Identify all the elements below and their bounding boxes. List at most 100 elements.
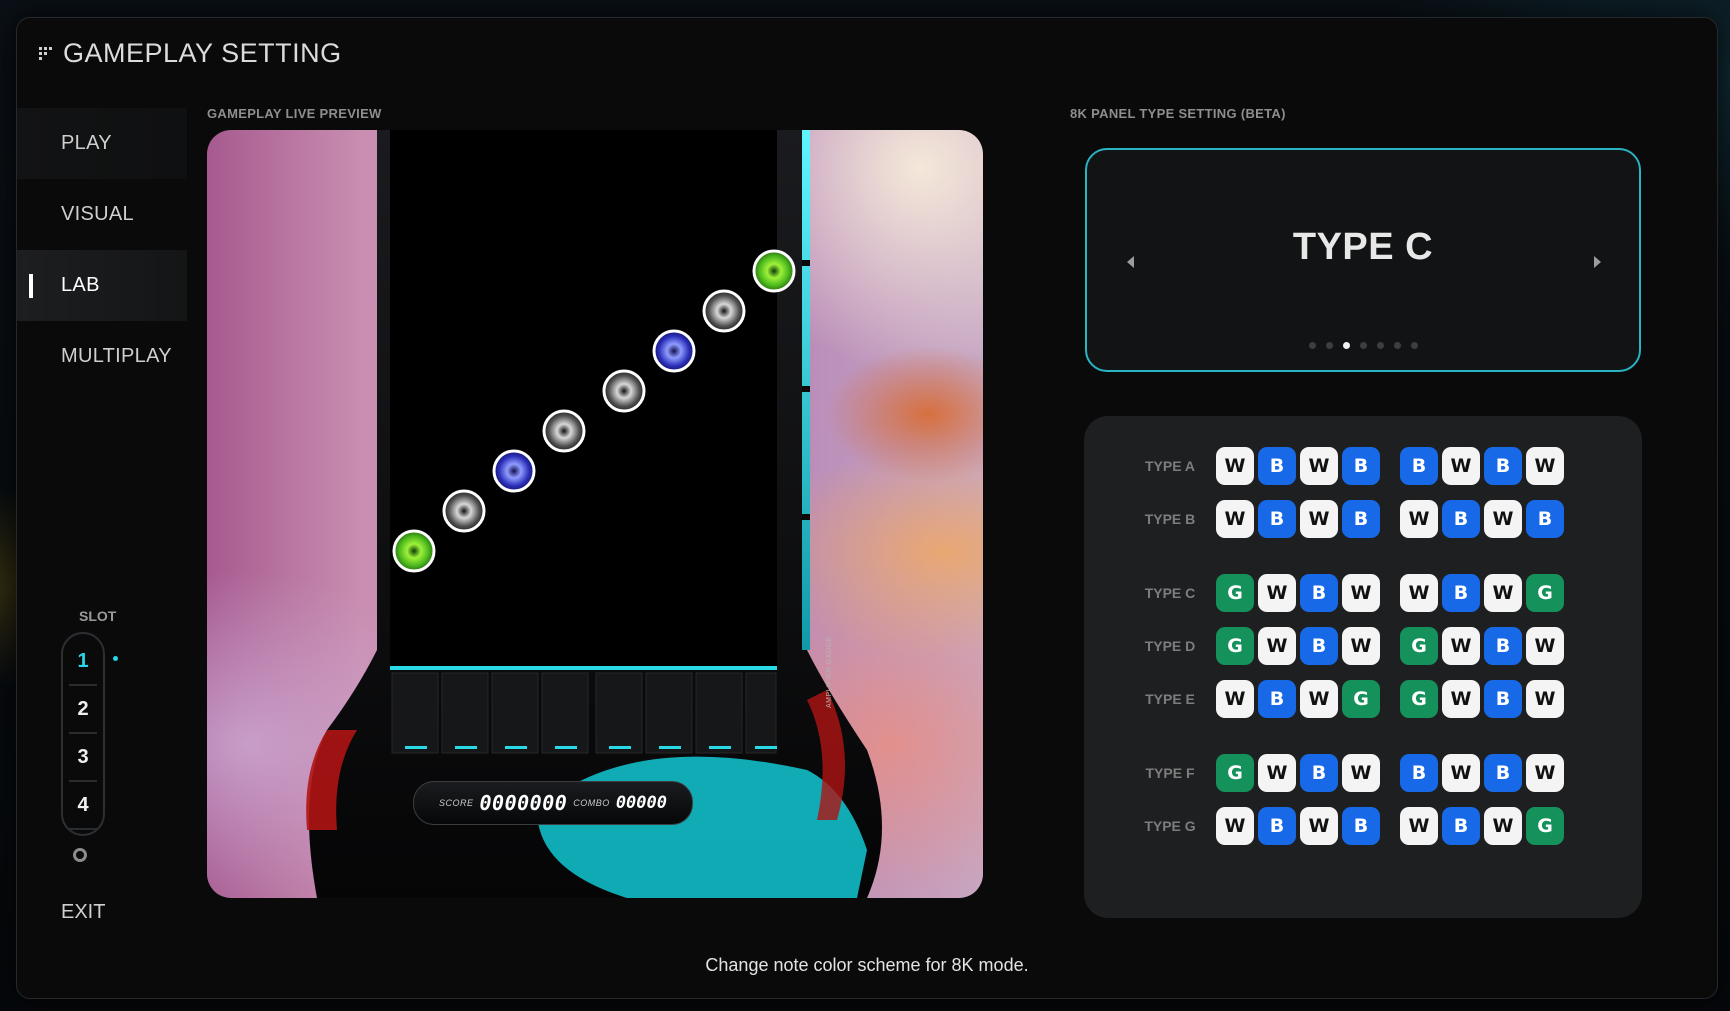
key: W bbox=[1400, 574, 1438, 612]
key: B bbox=[1484, 680, 1522, 718]
score-value: 0000000 bbox=[479, 791, 568, 815]
key: B bbox=[1300, 574, 1338, 612]
amplifier-gauge-label: AMPLIFIER GAUGE bbox=[826, 636, 833, 708]
key: W bbox=[1484, 500, 1522, 538]
page-dot bbox=[1325, 342, 1333, 349]
slot-2[interactable]: 2 bbox=[69, 686, 97, 734]
slot-track: 1 2 3 4 bbox=[61, 632, 118, 836]
slot-3[interactable]: 3 bbox=[69, 734, 97, 782]
key: W bbox=[1216, 680, 1254, 718]
sidebar-item-label: PLAY bbox=[61, 132, 112, 154]
key: B bbox=[1258, 807, 1296, 845]
slot-4[interactable]: 4 bbox=[69, 782, 97, 830]
key: B bbox=[1442, 807, 1480, 845]
key: W bbox=[1484, 807, 1522, 845]
key: B bbox=[1400, 447, 1438, 485]
title-bar: GAMEPLAY SETTING bbox=[39, 38, 342, 69]
combo-value: 00000 bbox=[615, 793, 667, 813]
key: G bbox=[1526, 807, 1564, 845]
page-indicator bbox=[1087, 342, 1639, 349]
key: B bbox=[1442, 500, 1480, 538]
type-row: TYPE C GWBW WBWG bbox=[1084, 573, 1564, 613]
panel-type-label: 8K PANEL TYPE SETTING (BETA) bbox=[1070, 106, 1286, 121]
reset-icon[interactable] bbox=[73, 848, 87, 862]
score-caption: SCORE bbox=[438, 798, 474, 808]
type-label: TYPE E bbox=[1145, 691, 1195, 707]
grip-icon bbox=[39, 46, 53, 61]
key: W bbox=[1342, 754, 1380, 792]
key: W bbox=[1526, 447, 1564, 485]
type-row: TYPE D GWBW GWBW bbox=[1084, 626, 1564, 666]
key: W bbox=[1342, 574, 1380, 612]
next-type-arrow-icon[interactable] bbox=[1594, 256, 1601, 268]
key: G bbox=[1216, 574, 1254, 612]
help-text: Change note color scheme for 8K mode. bbox=[705, 955, 1029, 975]
key: W bbox=[1216, 807, 1254, 845]
key: G bbox=[1526, 574, 1564, 612]
page-dot bbox=[1359, 342, 1367, 349]
key: B bbox=[1442, 574, 1480, 612]
key: W bbox=[1300, 500, 1338, 538]
sidebar-item-label: LAB bbox=[61, 274, 100, 296]
key: B bbox=[1300, 627, 1338, 665]
key: W bbox=[1258, 574, 1296, 612]
panel-type-selector: TYPE C bbox=[1085, 148, 1641, 372]
page-dot bbox=[1393, 342, 1401, 349]
key: W bbox=[1400, 807, 1438, 845]
page-dot bbox=[1308, 342, 1316, 349]
sidebar-item-label: MULTIPLAY bbox=[61, 345, 172, 367]
key: B bbox=[1342, 807, 1380, 845]
type-row: TYPE E WBWG GWBW bbox=[1084, 679, 1564, 719]
sidebar-item-play[interactable]: PLAY bbox=[17, 108, 187, 179]
combo-caption: COMBO bbox=[573, 798, 610, 808]
key: B bbox=[1484, 754, 1522, 792]
page-dot bbox=[1410, 342, 1418, 349]
slot-selector: SLOT 1 2 3 4 bbox=[61, 608, 141, 862]
type-label: TYPE G bbox=[1144, 818, 1196, 834]
key: W bbox=[1216, 500, 1254, 538]
page-dot-active bbox=[1342, 342, 1350, 349]
page-title: GAMEPLAY SETTING bbox=[63, 38, 342, 68]
exit-button[interactable]: EXIT bbox=[61, 901, 105, 924]
type-row: TYPE A WBWB BWBW bbox=[1084, 446, 1564, 486]
sidebar-item-multiplay[interactable]: MULTIPLAY bbox=[17, 321, 187, 392]
key: W bbox=[1258, 627, 1296, 665]
type-label: TYPE C bbox=[1144, 585, 1196, 601]
slot-1[interactable]: 1 bbox=[69, 638, 97, 686]
key: W bbox=[1442, 447, 1480, 485]
key: W bbox=[1484, 574, 1522, 612]
settings-window: GAMEPLAY SETTING PLAY VISUAL LAB MULTIPL… bbox=[16, 17, 1718, 999]
page-dot bbox=[1376, 342, 1384, 349]
type-label: TYPE A bbox=[1144, 458, 1196, 474]
key: W bbox=[1300, 807, 1338, 845]
sidebar-item-visual[interactable]: VISUAL bbox=[17, 179, 187, 250]
key: W bbox=[1400, 500, 1438, 538]
key: B bbox=[1342, 447, 1380, 485]
type-label: TYPE D bbox=[1144, 638, 1196, 654]
key: W bbox=[1442, 627, 1480, 665]
key: G bbox=[1400, 680, 1438, 718]
key: B bbox=[1400, 754, 1438, 792]
key: B bbox=[1258, 447, 1296, 485]
key: W bbox=[1216, 447, 1254, 485]
key: B bbox=[1342, 500, 1380, 538]
key: B bbox=[1300, 754, 1338, 792]
type-row: TYPE F GWBW BWBW bbox=[1084, 753, 1564, 793]
sidebar-item-label: VISUAL bbox=[61, 203, 134, 225]
key: W bbox=[1526, 627, 1564, 665]
key: W bbox=[1258, 754, 1296, 792]
gameplay-preview: AMPLIFIER GAUGE SCORE 0000000 COMBO 0000… bbox=[207, 130, 983, 898]
key: G bbox=[1216, 627, 1254, 665]
key: G bbox=[1216, 754, 1254, 792]
key: W bbox=[1342, 627, 1380, 665]
sidebar-item-lab[interactable]: LAB bbox=[17, 250, 187, 321]
key: B bbox=[1258, 500, 1296, 538]
selected-type: TYPE C bbox=[1292, 226, 1434, 268]
type-reference-table: TYPE A WBWB BWBW TYPE B WBWB WBWB TYPE C… bbox=[1084, 416, 1642, 918]
key: W bbox=[1442, 754, 1480, 792]
key: B bbox=[1526, 500, 1564, 538]
key: W bbox=[1526, 680, 1564, 718]
slot-active-dot bbox=[113, 656, 118, 661]
key: W bbox=[1300, 680, 1338, 718]
type-row: TYPE G WBWB WBWG bbox=[1084, 806, 1564, 846]
